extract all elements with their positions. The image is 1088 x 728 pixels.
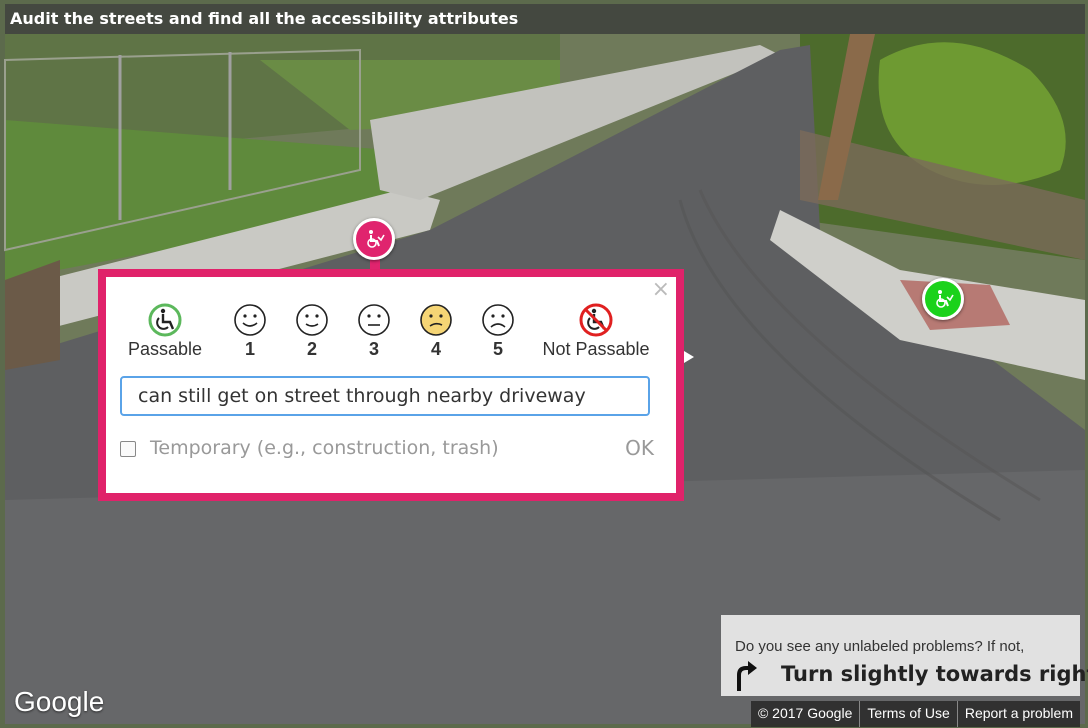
frown-face-icon [482, 304, 514, 336]
report-problem-link[interactable]: Report a problem [956, 701, 1080, 727]
label-marker-pink[interactable] [353, 218, 395, 260]
close-button[interactable]: × [652, 279, 670, 301]
navigation-hint-box: Do you see any unlabeled problems? If no… [721, 615, 1088, 696]
wheelchair-passable-icon [148, 303, 182, 337]
terms-link[interactable]: Terms of Use [859, 701, 956, 727]
page-title: Audit the streets and find all the acces… [10, 9, 519, 28]
rating-4[interactable]: 4 [414, 303, 458, 360]
copyright-text: © 2017 Google [757, 705, 853, 721]
rating-2[interactable]: 2 [290, 303, 334, 360]
hint-question: Do you see any unlabeled problems? If no… [735, 638, 1025, 655]
map-footer: © 2017 Google Terms of Use Report a prob… [750, 701, 1080, 727]
smile-face-icon [234, 304, 266, 336]
rating-label-2: 2 [306, 339, 317, 359]
rating-5[interactable]: 5 [476, 303, 520, 360]
rating-1[interactable]: 1 [228, 303, 272, 360]
worried-face-icon [420, 304, 452, 336]
curb-ramp-icon [367, 230, 385, 248]
label-context-menu: × Passable 1 2 3 4 5 Not Passable can st… [98, 269, 684, 501]
rating-label-5: 5 [492, 339, 503, 359]
rating-passable[interactable]: Passable [120, 303, 210, 360]
smile-face-icon [296, 304, 328, 336]
severity-rating-row: Passable 1 2 3 4 5 Not Passable [120, 303, 660, 375]
description-input[interactable]: can still get on street through nearby d… [120, 376, 650, 416]
google-logo: Google [14, 686, 105, 717]
title-bar: Audit the streets and find all the acces… [5, 4, 1085, 34]
rating-not-passable[interactable]: Not Passable [532, 303, 660, 360]
turn-right-arrow-icon [737, 661, 757, 691]
temporary-checkbox[interactable] [120, 441, 136, 457]
rating-label-3: 3 [368, 339, 379, 359]
rating-label-1: 1 [244, 339, 255, 359]
navigation-arrow-icon[interactable] [684, 351, 694, 363]
context-menu-body: × Passable 1 2 3 4 5 Not Passable can st… [106, 277, 676, 493]
rating-label-passable: Passable [127, 339, 203, 359]
rating-label-4: 4 [430, 339, 441, 359]
rating-label-not-passable: Not Passable [542, 339, 650, 359]
wheelchair-not-passable-icon [579, 303, 613, 337]
rating-3[interactable]: 3 [352, 303, 396, 360]
curb-ramp-icon [936, 290, 954, 308]
ok-button[interactable]: OK [625, 436, 654, 460]
hint-instruction: Turn slightly towards right [781, 662, 1088, 686]
temporary-label[interactable]: Temporary (e.g., construction, trash) [150, 437, 499, 459]
neutral-face-icon [358, 304, 390, 336]
label-marker-green[interactable] [922, 278, 964, 320]
